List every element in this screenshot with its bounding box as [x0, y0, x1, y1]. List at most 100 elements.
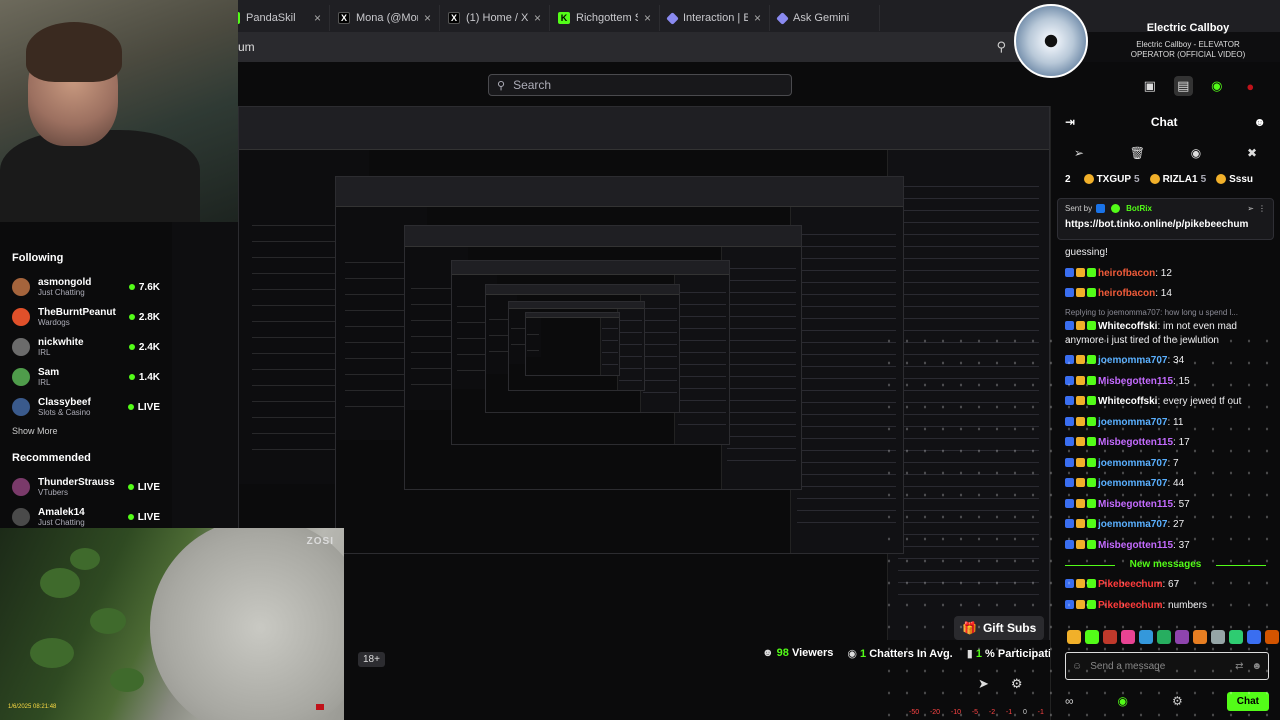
- sidebar-channel[interactable]: nickwhite IRL 2.4K: [12, 332, 160, 362]
- chat-username[interactable]: Pikebeechum: [1098, 579, 1162, 590]
- chat-settings-icon[interactable]: ⚙: [1172, 694, 1183, 708]
- close-tab-icon[interactable]: ×: [754, 11, 761, 25]
- kick-coin-icon[interactable]: ◉: [1118, 694, 1128, 708]
- sword-icon[interactable]: ✖: [1247, 146, 1257, 160]
- emote-icon[interactable]: [1103, 630, 1117, 644]
- browser-tab[interactable]: X (1) Home / X ×: [440, 5, 550, 31]
- chat-message[interactable]: Whitecoffski: every jewed tf out: [1065, 395, 1266, 409]
- translate-icon[interactable]: ⇄: [1235, 661, 1243, 672]
- settings-icon[interactable]: ⚙: [1011, 676, 1023, 692]
- chat-username[interactable]: heirofbacon: [1098, 288, 1155, 299]
- chat-message[interactable]: joemomma707: 11: [1065, 416, 1266, 430]
- gift-subs-button[interactable]: 🎁 Gift Subs: [954, 616, 1045, 640]
- show-more-link[interactable]: Show More: [12, 426, 160, 436]
- emote-icon[interactable]: [1067, 630, 1081, 644]
- users-icon[interactable]: ☻: [1253, 115, 1266, 129]
- chat-username[interactable]: Misbegotten115: [1098, 437, 1173, 448]
- pinned-message[interactable]: Sent by BotRix ➢ ⋮ https://bot.tinko.onl…: [1057, 198, 1274, 240]
- chat-message[interactable]: joemomma707: 44: [1065, 477, 1266, 491]
- sidebar-channel[interactable]: Sam IRL 1.4K: [12, 362, 160, 392]
- emote-icon[interactable]: [1139, 630, 1153, 644]
- chat-message[interactable]: Pikebeechum: numbers: [1065, 599, 1266, 613]
- leaderboard-entry[interactable]: RIZLA1 5: [1149, 174, 1206, 185]
- trash-icon[interactable]: 🗑: [1130, 146, 1145, 160]
- chat-username[interactable]: Misbegotten115: [1098, 540, 1173, 551]
- chat-username[interactable]: Misbegotten115: [1098, 376, 1173, 387]
- chat-username[interactable]: joemomma707: [1098, 417, 1167, 428]
- chat-message[interactable]: Misbegotten115: 17: [1065, 436, 1266, 450]
- chat-username[interactable]: joemomma707: [1098, 355, 1167, 366]
- chat-title: Chat: [1150, 115, 1178, 129]
- chat-message[interactable]: joemomma707: 27: [1065, 518, 1266, 532]
- new-messages-divider[interactable]: New messages: [1065, 559, 1266, 570]
- chat-username[interactable]: Pikebeechum: [1098, 600, 1162, 611]
- zoom-icon[interactable]: ⚲: [996, 39, 1006, 55]
- chat-username[interactable]: Whitecoffski: [1098, 396, 1157, 407]
- leaderboard-entry[interactable]: Sssu: [1216, 174, 1256, 185]
- emote-icon[interactable]: [1175, 630, 1189, 644]
- chat-message[interactable]: joemomma707: 34: [1065, 354, 1266, 368]
- chat-message[interactable]: guessing!: [1065, 246, 1266, 260]
- chat-username[interactable]: joemomma707: [1098, 519, 1167, 530]
- emote-picker-icon[interactable]: ☺: [1072, 661, 1082, 672]
- chat-message[interactable]: Misbegotten115: 57: [1065, 498, 1266, 512]
- pin-icon[interactable]: ➢: [1074, 146, 1084, 160]
- chat-message[interactable]: Pikebeechum: 67: [1065, 578, 1266, 592]
- sidebar-channel[interactable]: Classybeef Slots & Casino LIVE: [12, 392, 160, 422]
- chat-message[interactable]: joemomma707: 7: [1065, 457, 1266, 471]
- browser-tab[interactable]: Ask Gemini: [770, 5, 880, 31]
- emote-icon[interactable]: [1211, 630, 1225, 644]
- close-tab-icon[interactable]: ×: [534, 11, 541, 25]
- emote-icon[interactable]: [1085, 630, 1099, 644]
- chat-message[interactable]: heirofbacon: 12: [1065, 267, 1266, 281]
- browser-tab[interactable]: Interaction | B ×: [660, 5, 770, 31]
- emote-icon[interactable]: [1247, 630, 1261, 644]
- leaderboard-entry[interactable]: TXGUP 5: [1083, 174, 1140, 185]
- close-tab-icon[interactable]: ×: [424, 11, 431, 25]
- browser-tab[interactable]: X Mona (@Mon ×: [330, 5, 440, 31]
- chat-bubble-icon[interactable]: ◉: [1191, 146, 1201, 160]
- share-icon[interactable]: ➤: [978, 676, 989, 692]
- chat-text: : 17: [1173, 437, 1190, 449]
- leaderboard-entry[interactable]: 2: [1065, 174, 1074, 185]
- emote-icon[interactable]: [1157, 630, 1171, 644]
- user-badge-icon: [1065, 519, 1074, 529]
- sidebar-channel[interactable]: ThunderStrauss VTubers LIVE: [12, 472, 160, 502]
- chat-username[interactable]: joemomma707: [1098, 478, 1167, 489]
- chat-username[interactable]: heirofbacon: [1098, 268, 1155, 279]
- sidebar-channel[interactable]: TheBurntPeanut Wardogs 2.8K: [12, 302, 160, 332]
- chat-username[interactable]: Whitecoffski: [1098, 321, 1157, 332]
- avatar: [12, 278, 30, 296]
- close-tab-icon[interactable]: ×: [314, 11, 321, 25]
- chat-username[interactable]: Misbegotten115: [1098, 499, 1173, 510]
- theatre-mode-icon[interactable]: ▣: [1140, 76, 1160, 96]
- chat-username[interactable]: joemomma707: [1098, 458, 1167, 469]
- more-options-icon[interactable]: ⋮: [1258, 204, 1266, 213]
- chat-message[interactable]: Misbegotten115: 15: [1065, 375, 1266, 389]
- emote-icon[interactable]: [1265, 630, 1279, 644]
- address-text: um: [238, 40, 255, 54]
- collapse-chat-icon[interactable]: ⇥: [1065, 115, 1075, 129]
- channel-category: Just Chatting: [38, 518, 85, 527]
- stream-video[interactable]: [238, 106, 1050, 646]
- emoji-icon[interactable]: ☻: [1251, 661, 1262, 672]
- avatar[interactable]: ●: [1241, 76, 1261, 96]
- kick-logo-icon[interactable]: ◉: [1207, 76, 1227, 96]
- close-tab-icon[interactable]: ×: [644, 11, 651, 25]
- chat-input[interactable]: ☺ Send a message ⇄ ☻: [1065, 652, 1269, 680]
- emote-icon[interactable]: [1121, 630, 1135, 644]
- sidebar-channel[interactable]: asmongold Just Chatting 7.6K: [12, 272, 160, 302]
- pin-icon[interactable]: ➢: [1247, 204, 1254, 213]
- browser-tab[interactable]: K Richgottem St ×: [550, 5, 660, 31]
- gemini-icon: [776, 11, 789, 25]
- chat-message[interactable]: Misbegotten115: 37: [1065, 539, 1266, 553]
- pinned-link[interactable]: https://bot.tinko.online/p/pikebeechum: [1065, 219, 1266, 230]
- chat-message[interactable]: heirofbacon: 14: [1065, 287, 1266, 301]
- emote-icon[interactable]: [1229, 630, 1243, 644]
- search-input[interactable]: ⚲ Search: [488, 74, 792, 96]
- layout-icon[interactable]: ▤: [1173, 76, 1193, 96]
- emote-icon[interactable]: [1193, 630, 1207, 644]
- infinity-icon[interactable]: ∞: [1065, 694, 1074, 708]
- send-chat-button[interactable]: Chat: [1226, 691, 1269, 711]
- chat-message[interactable]: Replying to joemomma707: how long u spen…: [1065, 308, 1266, 348]
